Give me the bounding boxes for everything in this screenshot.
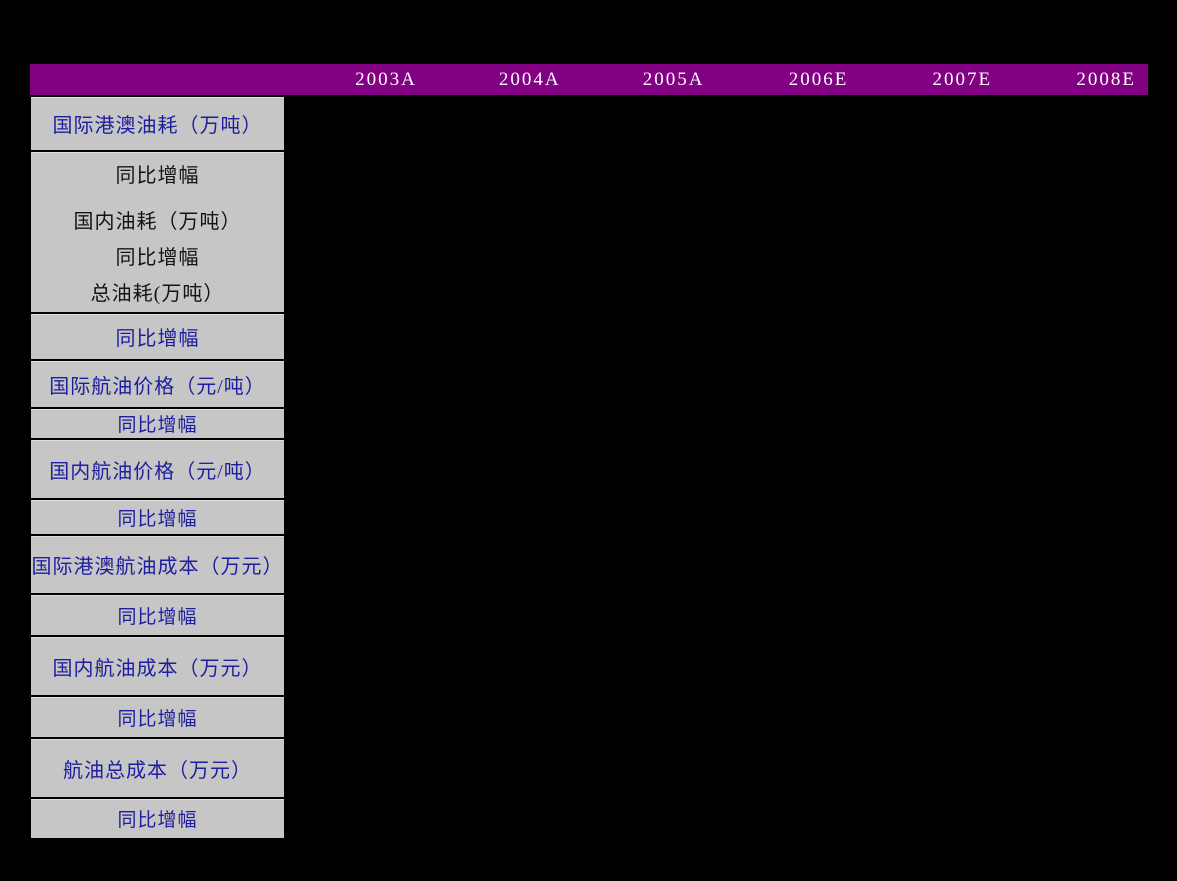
row-label-intl-jet-fuel-price: 国际航油价格（元/吨）	[31, 361, 284, 409]
page-background: 2003A 2004A 2005A 2006E 2007E 2008E 国际港澳…	[0, 0, 1177, 881]
year-column-header: 2005A	[642, 68, 705, 90]
row-label-yoy-growth: 同比增幅	[115, 247, 200, 269]
row-label-group-domestic-and-total-oil: 同比增幅 国内油耗（万吨） 同比增幅 总油耗(万吨）	[31, 152, 284, 314]
table-year-header-row: 2003A 2004A 2005A 2006E 2007E 2008E	[30, 64, 1148, 95]
row-label-yoy-growth: 同比增幅	[31, 314, 284, 361]
year-column-header: 2008E	[1076, 68, 1136, 90]
row-label-domestic-jet-fuel-cost: 国内航油成本（万元）	[31, 637, 284, 697]
year-column-header: 2007E	[932, 68, 993, 90]
row-label-domestic-oil-consumption: 国内油耗（万吨）	[73, 211, 242, 233]
row-label-total-oil-consumption: 总油耗(万吨）	[90, 283, 225, 305]
row-label-yoy-growth: 同比增幅	[31, 409, 284, 440]
row-label-yoy-growth: 同比增幅	[31, 595, 284, 637]
row-label-total-jet-fuel-cost: 航油总成本（万元）	[31, 739, 284, 799]
row-label-intl-hkmo-jet-fuel-cost: 国际港澳航油成本（万元）	[31, 536, 284, 595]
row-label-column: 国际港澳油耗（万吨） 同比增幅 国内油耗（万吨） 同比增幅 总油耗(万吨） 同比…	[30, 95, 286, 840]
row-label-yoy-growth: 同比增幅	[115, 165, 200, 187]
row-label-yoy-growth: 同比增幅	[31, 697, 284, 739]
row-label-yoy-growth: 同比增幅	[31, 500, 284, 536]
row-label-yoy-growth: 同比增幅	[31, 799, 284, 840]
year-column-header: 2003A	[355, 68, 417, 90]
row-label-intl-hkmo-oil-consumption: 国际港澳油耗（万吨）	[31, 97, 284, 152]
year-column-header: 2006E	[788, 68, 849, 90]
row-label-domestic-jet-fuel-price: 国内航油价格（元/吨）	[31, 440, 284, 500]
year-column-header: 2004A	[498, 68, 561, 90]
header-spacer	[30, 64, 285, 95]
